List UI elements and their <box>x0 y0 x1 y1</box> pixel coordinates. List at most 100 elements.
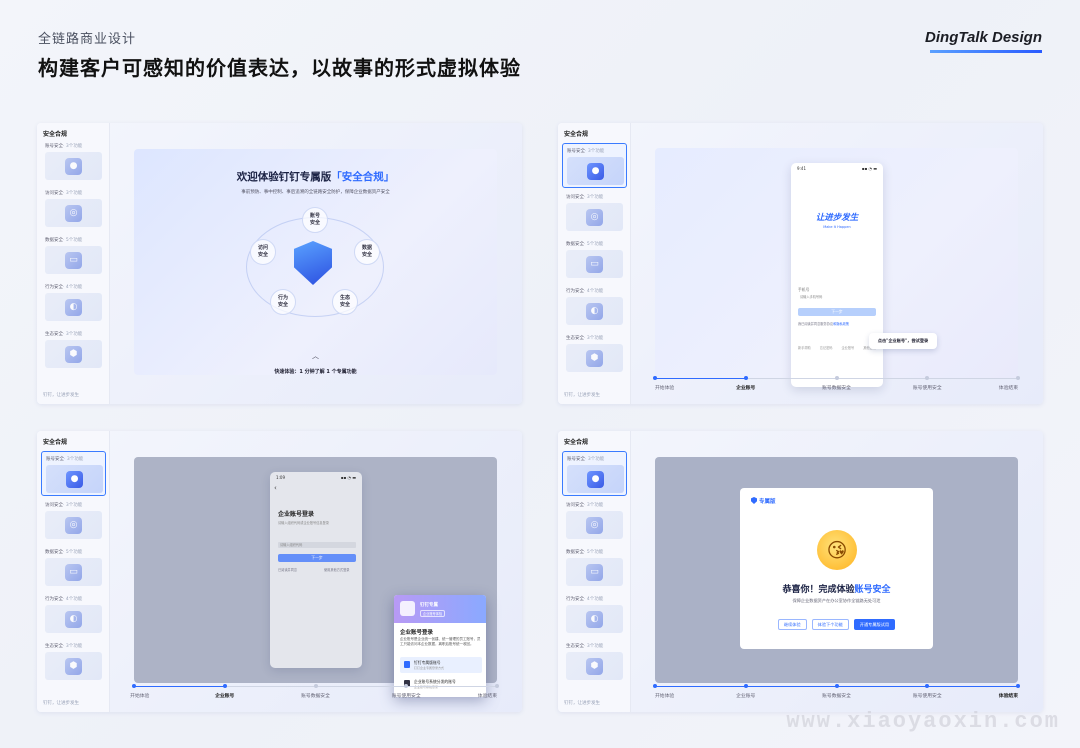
next-button[interactable]: 下一步 <box>278 554 356 562</box>
timeline-label: 体验结束 <box>477 694 497 699</box>
trial-button[interactable]: 开通专属版试用 <box>853 619 896 630</box>
node-data-security[interactable]: 数据 安全 <box>354 239 380 265</box>
avatar <box>400 601 415 616</box>
sidebar-item-behavior[interactable]: 行为安全· 4个功能 ◐ <box>562 592 627 637</box>
completion-title: 恭喜你！完成体验账号安全 <box>782 585 891 595</box>
sidebar-footer: 钉钉，让进步发生 <box>43 393 79 398</box>
timeline-dot[interactable] <box>743 376 748 380</box>
continue-button[interactable]: 继续体验 <box>777 619 807 630</box>
user-shield-icon: ● <box>65 157 82 175</box>
next-button[interactable]: 下一步 <box>798 308 876 316</box>
sidebar-item-eco[interactable]: 生态安全· 3个功能 ⬢ <box>41 639 106 684</box>
welcome-panel: 安全合规 账号安全· 3个功能 ● 访问安全· 3个功能 ◎ 数据安全· 5个功… <box>37 123 522 404</box>
popup-tag: 企业账号体验 <box>420 610 446 617</box>
sidebar-item-label: 生态安全 <box>45 332 63 337</box>
progress-timeline: 开始体验 企业账号 账号数据安全 账号使用安全 体验结束 <box>653 684 1020 705</box>
user-shield-icon: ● <box>587 162 604 180</box>
phone-stage: 9:41 ▪▪ ◔ ▬ 让进步发生 Make It Happen 手机号 请输入… <box>655 148 1018 387</box>
phone-input[interactable]: 请输入手机号码 <box>798 294 876 300</box>
footer-link[interactable]: 企业账号 <box>842 345 855 350</box>
org-code-input[interactable]: 请输入组织代码 <box>278 542 356 548</box>
sidebar-item-count: · 3个功能 <box>63 332 83 337</box>
sidebar-item-label: 行为安全 <box>45 285 63 290</box>
enterprise-login-title: 企业账号登录 <box>278 511 315 518</box>
completion-card: 专属版 😘 恭喜你！完成体验账号安全 保障企业数据资产在办公室协作全链路无处可泄… <box>740 488 933 649</box>
timeline-dot[interactable] <box>1016 684 1020 688</box>
quick-experience-text[interactable]: 快速体验：1 分钟了解 1 个专属功能 <box>134 368 497 375</box>
sidebar-item-account[interactable]: 账号安全· 3个功能 ● <box>562 451 627 496</box>
timeline-dot[interactable] <box>653 376 657 380</box>
user-icon: ◐ <box>586 302 603 320</box>
timeline-dot[interactable] <box>1016 376 1020 380</box>
node-eco-security[interactable]: 生态 安全 <box>332 289 358 315</box>
sidebar-item-data[interactable]: 数据安全· 5个功能 ▭ <box>562 545 627 590</box>
chat-icon: ▭ <box>586 563 603 581</box>
hexagon-icon: ⬢ <box>586 349 603 367</box>
sidebar-item-behavior[interactable]: 行为安全· 4个功能 ◐ <box>41 280 106 325</box>
phone-time: 9:41 <box>797 166 806 171</box>
option-dingtalk-account[interactable]: 钉钉专属版账号 钉钉企业专属登录方式 <box>400 657 482 673</box>
hexagon-icon: ⬢ <box>65 657 82 675</box>
sidebar-item-eco[interactable]: 生态安全· 3个功能 ⬢ <box>562 331 627 376</box>
sidebar-item-account[interactable]: 账号安全· 3个功能 ● <box>41 451 106 496</box>
timeline-dot[interactable] <box>404 684 409 688</box>
timeline-label: 体验结束 <box>998 694 1018 699</box>
shield-icon <box>751 497 757 504</box>
footer-link[interactable]: 新手帮助 <box>798 345 811 350</box>
sidebar-item-account[interactable]: 账号安全· 3个功能 ● <box>41 139 106 184</box>
sidebar-item-eco[interactable]: 生态安全· 3个功能 ⬢ <box>562 639 627 684</box>
welcome-subtitle: 事前预防、事中控制、事后追溯的全链路安全防护，保障企业数据资产安全 <box>241 190 390 195</box>
agreement-text[interactable]: 我已阅读并同意服务协议和隐私政策 <box>798 321 849 326</box>
globe-icon: ◎ <box>65 516 82 534</box>
slogan: 让进步发生 <box>815 213 859 223</box>
sidebar-item-account[interactable]: 账号安全· 3个功能 ● <box>562 143 627 188</box>
sidebar-item-access[interactable]: 访问安全· 3个功能 ◎ <box>41 186 106 231</box>
sidebar-title: 安全合规 <box>564 131 589 138</box>
phone-field-label: 手机号 <box>798 287 810 292</box>
timeline-dot[interactable] <box>834 376 839 380</box>
sidebar-item-eco[interactable]: 生态安全· 3个功能 ⬢ <box>41 327 106 372</box>
brand-logo: DingTalk Design <box>925 29 1042 46</box>
sidebar-item-data[interactable]: 数据安全· 5个功能 ▭ <box>562 237 627 282</box>
node-account-security[interactable]: 账号 安全 <box>302 207 328 233</box>
phone-time: 1:09 <box>276 475 285 480</box>
chat-icon: ▭ <box>65 251 82 269</box>
timeline-dot[interactable] <box>925 376 930 380</box>
signal-icon: ▪▪ ◔ ▬ <box>340 475 356 480</box>
node-access-security[interactable]: 访问 安全 <box>250 239 276 265</box>
timeline-label: 企业账号 <box>736 694 756 699</box>
sidebar-item-access[interactable]: 访问安全· 3个功能 ◎ <box>562 498 627 543</box>
agreement-text[interactable]: 已阅读并同意 <box>278 567 297 572</box>
sidebar-footer: 钉钉，让进步发生 <box>564 701 600 706</box>
timeline-dot[interactable] <box>495 684 499 688</box>
chevron-up-icon[interactable]: ︿ <box>134 351 497 361</box>
tooltip-hint: 点击"企业账号"，尝试登录 <box>869 333 937 349</box>
node-behavior-security[interactable]: 行为 安全 <box>270 289 296 315</box>
timeline-dot[interactable] <box>132 684 136 688</box>
sidebar-item-data[interactable]: 数据安全· 5个功能 ▭ <box>41 545 106 590</box>
timeline-dot[interactable] <box>313 684 318 688</box>
timeline-dot[interactable] <box>222 684 227 688</box>
sidebar-item-behavior[interactable]: 行为安全· 4个功能 ◐ <box>41 592 106 637</box>
back-icon[interactable]: ‹ <box>274 484 277 492</box>
footer-link[interactable]: 忘记密码 <box>820 345 833 350</box>
next-feature-button[interactable]: 体验下个功能 <box>811 619 849 630</box>
sidebar-title: 安全合规 <box>43 131 68 138</box>
user-shield-icon: ● <box>587 470 604 488</box>
timeline-dot[interactable] <box>653 684 657 688</box>
enterprise-stage: 1:09 ▪▪ ◔ ▬ ‹ 企业账号登录 请输入组织代码或企业账号信息登录 请输… <box>134 457 497 697</box>
progress-timeline: 开始体验 企业账号 账号数据安全 账号使用安全 体验结束 <box>130 684 499 705</box>
sidebar-item-behavior[interactable]: 行为安全· 4个功能 ◐ <box>562 284 627 329</box>
sidebar-item-access[interactable]: 访问安全· 3个功能 ◎ <box>41 498 106 543</box>
sidebar-item-access[interactable]: 访问安全· 3个功能 ◎ <box>562 190 627 235</box>
timeline-label: 账号数据安全 <box>822 386 851 391</box>
timeline-dot[interactable] <box>834 684 839 688</box>
timeline-label: 账号使用安全 <box>912 694 942 699</box>
timeline-dot[interactable] <box>925 684 930 688</box>
chat-icon: ▭ <box>65 563 82 581</box>
chat-icon: ▭ <box>586 255 603 273</box>
timeline-dot[interactable] <box>743 684 748 688</box>
sidebar-item-data[interactable]: 数据安全· 5个功能 ▭ <box>41 233 106 278</box>
other-login-link[interactable]: 使用其他方式登录 <box>324 567 350 572</box>
welcome-title: 欢迎体验钉钉专属版「安全合规」 <box>236 171 395 183</box>
